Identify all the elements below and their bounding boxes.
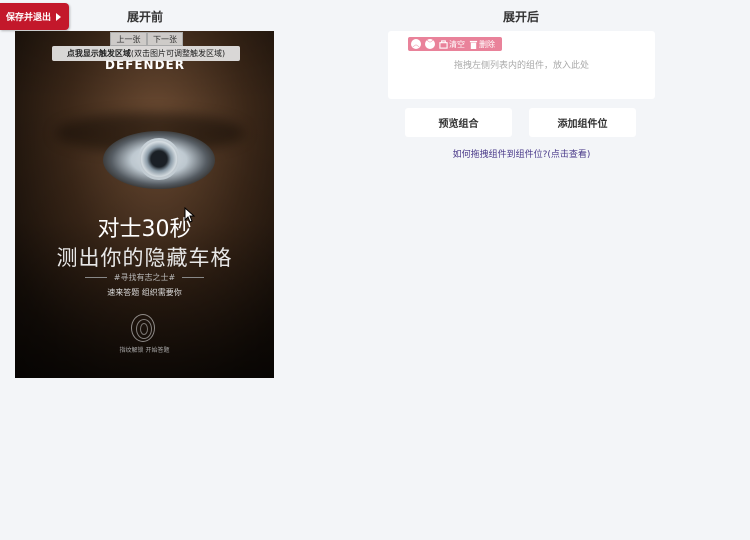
drag-help-link[interactable]: 如何拖拽组件到组件位?(点击查看)	[388, 147, 655, 160]
fingerprint-icon	[131, 314, 155, 342]
preview-combination-button[interactable]: 预览组合	[405, 108, 512, 137]
caret-right-icon	[56, 12, 62, 21]
before-expand-title: 展开前	[126, 10, 163, 24]
tagline-left-rule	[85, 277, 108, 278]
poster-small-text: 速来答题 组织需要你	[107, 288, 182, 297]
clear-label: 清空	[449, 39, 465, 49]
drop-hint-text: 拖拽左侧列表内的组件，放入此处	[453, 61, 589, 71]
next-image-button[interactable]: 下一张	[147, 32, 183, 46]
trash-icon	[469, 40, 478, 49]
poster-headline: 对士30秒	[97, 217, 192, 242]
delete-label: 删除	[479, 39, 495, 49]
move-down-button[interactable]: ﹀	[425, 39, 435, 49]
poster-image[interactable]: DEFENDER 对士30秒 测出你的隐藏车格 #寻找有志之士# 速来答题 组织…	[15, 31, 274, 378]
show-trigger-area-button[interactable]: 点我显示触发区域 (双击图片可调整触发区域)	[52, 46, 240, 61]
poster-tagline: #寻找有志之士#	[113, 273, 176, 282]
touch-hint-bold: 点我显示触发区域	[66, 49, 131, 58]
save-exit-label: 保存并退出	[6, 13, 52, 23]
eraser-icon	[439, 39, 448, 49]
poster-tagline-row: #寻找有志之士#	[15, 272, 274, 283]
save-exit-button[interactable]: 保存并退出	[0, 3, 69, 30]
prev-image-button[interactable]: 上一张	[110, 32, 147, 46]
after-expand-title: 展开后	[502, 10, 539, 24]
poster-fingerprint-text: 指纹解锁 开始答题	[119, 347, 170, 354]
tagline-right-rule	[181, 277, 204, 278]
clear-button[interactable]: 清空	[439, 39, 465, 50]
chevron-down-icon: ﹀	[425, 39, 435, 49]
add-component-slot-button[interactable]: 添加组件位	[529, 108, 636, 137]
delete-button[interactable]: 删除	[469, 39, 495, 50]
poster-subheadline: 测出你的隐藏车格	[56, 246, 233, 270]
touch-hint-rest: (双击图片可调整触发区域)	[130, 49, 226, 58]
move-up-button[interactable]: ︿	[411, 39, 421, 49]
chevron-up-icon: ︿	[411, 39, 421, 49]
component-toolbar: ︿ ﹀ 清空 删除	[408, 37, 502, 51]
